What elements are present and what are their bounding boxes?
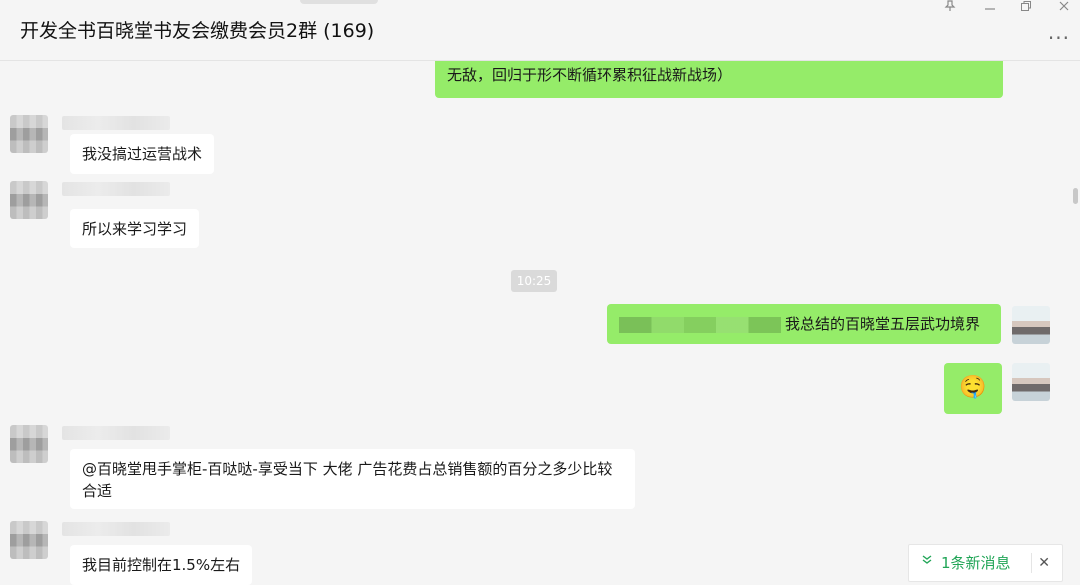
message-bubble[interactable]: @百晓堂甩手掌柜-百哒哒-享受当下 大佬 广告花费占总销售额的百分之多少比较合适: [70, 449, 635, 509]
more-options-icon[interactable]: ···: [1048, 26, 1070, 50]
message-bubble[interactable]: 我目前控制在1.5%左右: [70, 545, 253, 585]
my-avatar[interactable]: [1012, 306, 1050, 344]
timestamp: 10:25: [511, 270, 557, 292]
message-bubble[interactable]: 我没搞过运营战术: [70, 134, 215, 174]
avatar[interactable]: [10, 115, 48, 153]
scrollbar[interactable]: [1073, 188, 1078, 204]
sender-name: [62, 426, 170, 440]
new-messages-notice[interactable]: 1条新消息 ✕: [908, 544, 1063, 582]
avatar[interactable]: [10, 425, 48, 463]
chat-area[interactable]: 武功第五层属法，思域为王，无处不在（普出定出，普乐定乐，但予贯通，不再求无敌，回…: [0, 61, 1080, 585]
message-text: 我总结的百晓堂五层武功境界: [785, 315, 981, 333]
window-drag-handle[interactable]: [300, 0, 378, 4]
sender-name: [62, 522, 170, 536]
chevron-down-icon: [921, 545, 933, 581]
message-text: 所以来学习学习: [82, 220, 188, 238]
message-text: 武功第五层属法，思域为王，无处不在（普出定出，普乐定乐，但予贯通，不再求无敌，回…: [447, 61, 987, 84]
title-bar: 开发全书百晓堂书友会缴费会员2群 (169) ···: [0, 0, 1080, 61]
my-avatar[interactable]: [1012, 363, 1050, 401]
avatar[interactable]: [10, 181, 48, 219]
chat-title: 开发全书百晓堂书友会缴费会员2群 (169): [20, 20, 375, 42]
new-messages-label: 1条新消息: [941, 554, 1011, 572]
restore-icon[interactable]: [1020, 0, 1032, 15]
message-bubble-own[interactable]: 🤤: [944, 363, 1002, 414]
message-text: 我目前控制在1.5%左右: [82, 556, 241, 574]
message-text: @百晓堂甩手掌柜-百哒哒-享受当下 大佬 广告花费占总销售额的百分之多少比较合适: [82, 460, 613, 500]
message-bubble-own[interactable]: 武功第五层属法，思域为王，无处不在（普出定出，普乐定乐，但予贯通，不再求无敌，回…: [435, 61, 1003, 98]
sender-name: [62, 116, 170, 130]
message-bubble-own[interactable]: 我总结的百晓堂五层武功境界: [607, 304, 1001, 344]
drooling-face-emoji: 🤤: [959, 375, 987, 400]
minimize-icon[interactable]: [984, 2, 996, 16]
avatar[interactable]: [10, 521, 48, 559]
message-bubble[interactable]: 所以来学习学习: [70, 209, 200, 248]
sender-name: [62, 182, 170, 196]
divider: [1031, 553, 1032, 573]
close-icon[interactable]: [1058, 0, 1070, 15]
blurred-mention: [619, 316, 781, 333]
dismiss-new-messages-icon[interactable]: ✕: [1038, 545, 1050, 581]
message-text: 我没搞过运营战术: [82, 145, 203, 163]
pin-icon[interactable]: [944, 0, 956, 15]
